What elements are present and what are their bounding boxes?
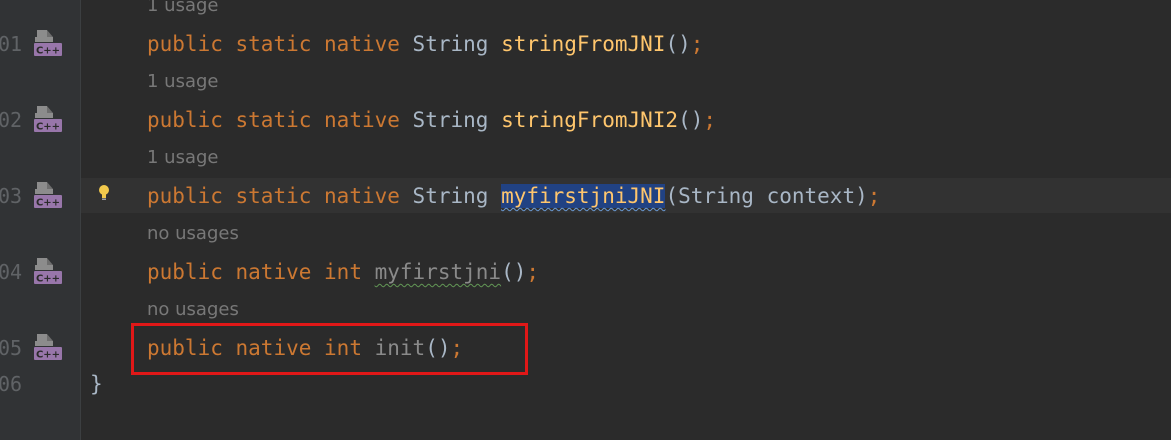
cpp-native-icon[interactable]: C++ — [33, 332, 63, 362]
code-editor[interactable]: 01 02 03 04 05 06 C++ C++ C++ C++ C++ 1 … — [0, 0, 1171, 440]
usage-hint[interactable]: 1 usage — [147, 0, 219, 18]
keyword: native — [324, 108, 400, 132]
cpp-icon-label: C++ — [36, 350, 60, 361]
keyword: native — [324, 32, 400, 56]
cpp-native-icon[interactable]: C++ — [33, 28, 63, 58]
line-number: 05 — [0, 336, 23, 360]
keyword: native — [324, 184, 400, 208]
keyword: static — [235, 32, 312, 56]
usage-hint[interactable]: no usages — [147, 222, 239, 246]
editor-gutter: 01 02 03 04 05 06 C++ C++ C++ C++ C++ — [0, 0, 81, 440]
line-number: 01 — [0, 32, 23, 56]
keyword: public — [147, 260, 223, 284]
usage-hint[interactable]: 1 usage — [147, 146, 219, 170]
keyword: int — [324, 260, 362, 284]
line-number: 06 — [0, 372, 23, 396]
code-line[interactable]: public static native String stringFromJN… — [147, 104, 716, 136]
semicolon: ; — [690, 32, 704, 56]
code-line[interactable]: public native int myfirstjni(); — [147, 256, 539, 288]
method-args: (String context) — [665, 184, 868, 208]
keyword: public — [147, 32, 223, 56]
cpp-icon-label: C++ — [36, 198, 60, 209]
line-number: 04 — [0, 260, 23, 284]
closing-brace: } — [90, 372, 103, 396]
method-args: () — [501, 260, 527, 284]
usage-hint[interactable]: no usages — [147, 298, 239, 322]
usage-hint[interactable]: 1 usage — [147, 70, 219, 94]
method-args: () — [665, 32, 691, 56]
line-number: 03 — [0, 184, 23, 208]
method-name-selected[interactable]: myfirstjniJNI — [501, 184, 666, 208]
annotation-box — [131, 323, 528, 375]
keyword: public — [147, 184, 223, 208]
method-name[interactable]: stringFromJNI2 — [501, 108, 678, 132]
type-name: String — [412, 184, 489, 208]
cpp-icon-label: C++ — [36, 122, 60, 133]
method-args: () — [678, 108, 704, 132]
method-name-unused[interactable]: myfirstjni — [375, 260, 501, 284]
line-number: 02 — [0, 108, 23, 132]
cpp-native-icon[interactable]: C++ — [33, 104, 63, 134]
lightbulb-icon[interactable] — [97, 184, 111, 202]
keyword: public — [147, 108, 223, 132]
cpp-icon-label: C++ — [36, 46, 60, 57]
keyword: native — [235, 260, 312, 284]
method-name[interactable]: stringFromJNI — [501, 32, 665, 56]
keyword: static — [235, 184, 312, 208]
code-line[interactable]: public static native String myfirstjniJN… — [147, 180, 880, 212]
type-name: String — [412, 108, 489, 132]
keyword: static — [235, 108, 312, 132]
cpp-native-icon[interactable]: C++ — [33, 256, 63, 286]
semicolon: ; — [867, 184, 881, 208]
code-line[interactable]: public static native String stringFromJN… — [147, 28, 703, 60]
semicolon: ; — [703, 108, 717, 132]
cpp-icon-label: C++ — [36, 274, 60, 285]
cpp-native-icon[interactable]: C++ — [33, 180, 63, 210]
type-name: String — [412, 32, 489, 56]
semicolon: ; — [526, 260, 540, 284]
